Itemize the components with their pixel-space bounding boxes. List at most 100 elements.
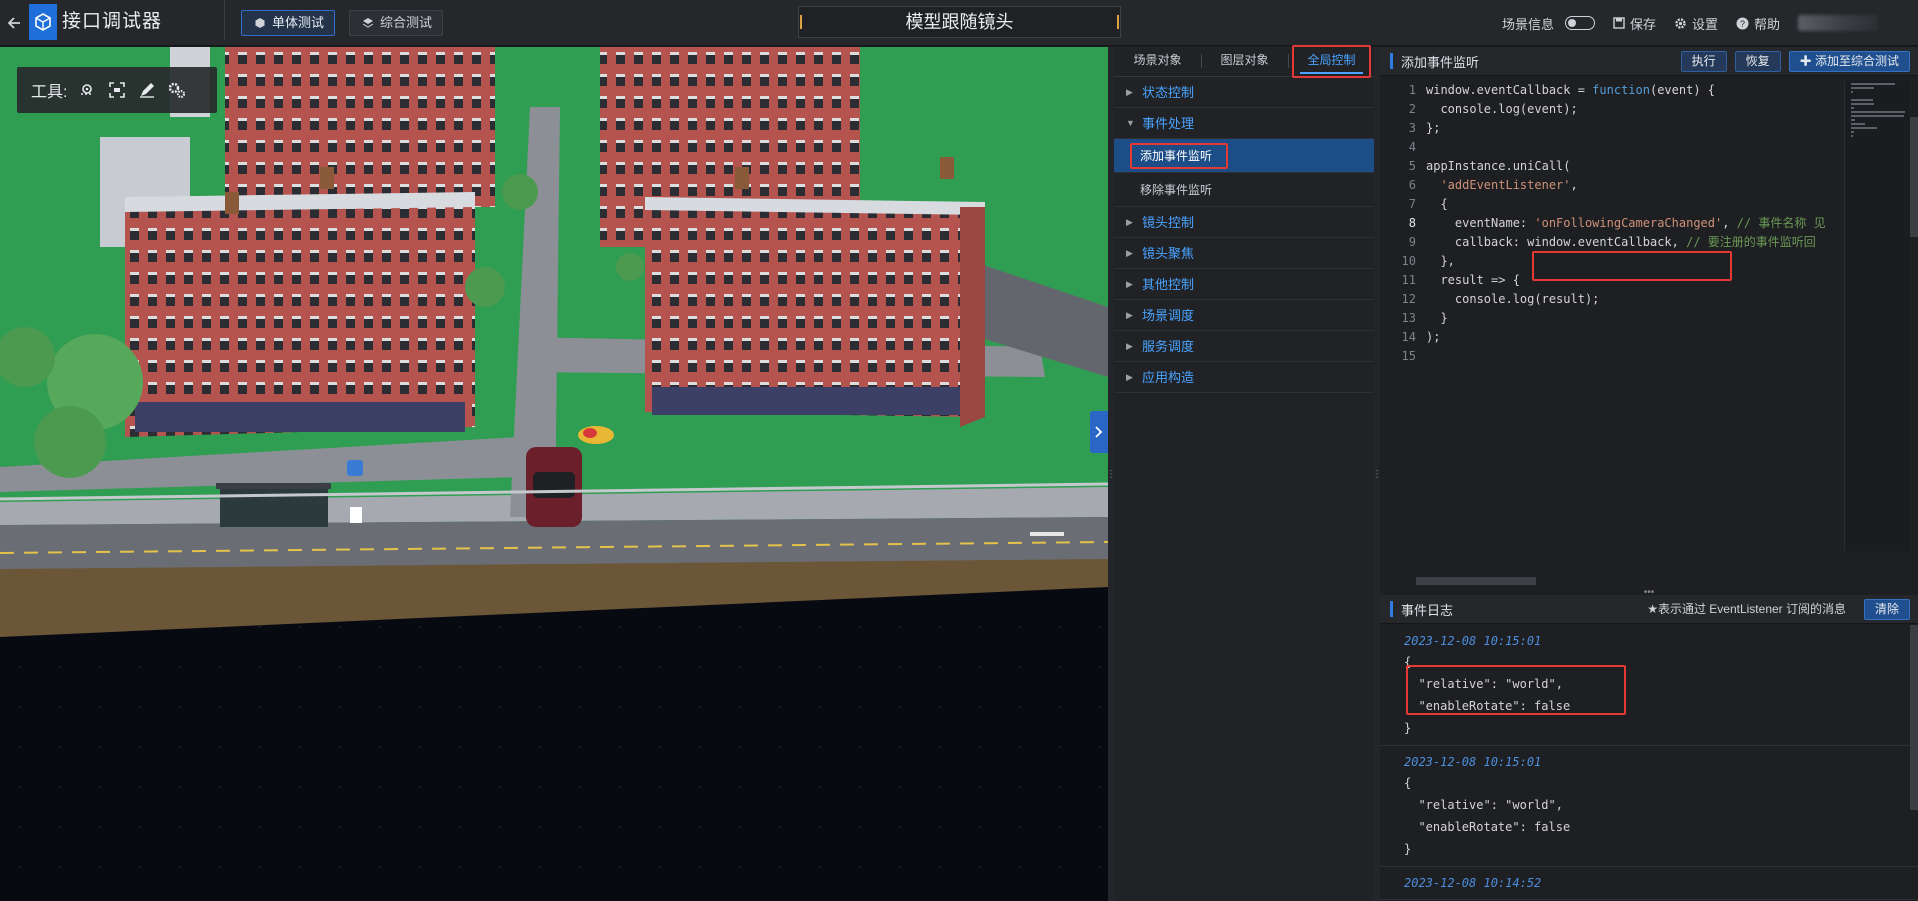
scene-info-toggle[interactable]: 场景信息	[1502, 14, 1595, 33]
highlight-box	[1292, 45, 1371, 78]
highlight-box	[1130, 143, 1228, 169]
caret-right-icon: ▶	[1126, 340, 1133, 351]
tab-scene-objects[interactable]: 场景对象	[1114, 46, 1201, 76]
log-line: "relative": "world",	[1404, 798, 1563, 812]
tab-label: 单体测试	[272, 15, 325, 30]
log-scrollbar[interactable]	[1910, 625, 1918, 810]
app-title: 接口调试器	[62, 11, 163, 32]
pen-icon[interactable]	[137, 80, 157, 100]
tree-group-camera-control[interactable]: ▶ 镜头控制	[1114, 207, 1375, 238]
caret-right-icon: ▶	[1126, 216, 1133, 227]
code-editor[interactable]: 1 2 3 4 5 6 7 8 9 10 11 12 13 14 15 window.eventCallba…	[1380, 77, 1918, 589]
save-label: 保存	[1629, 16, 1656, 32]
tree-group-label: 状态控制	[1142, 84, 1195, 100]
clear-log-button[interactable]: 清除	[1863, 599, 1910, 620]
minimap-line	[1851, 103, 1874, 105]
line-number: 12	[1401, 292, 1416, 306]
collapse-panel-button[interactable]	[1090, 411, 1108, 453]
app-logo-icon	[29, 4, 57, 40]
editor-horizontal-scrollbar[interactable]	[1416, 577, 1846, 585]
back-button[interactable]	[0, 0, 28, 46]
line-numbers: 1 2 3 4 5 6 7 8 9 10 11 12 13 14 15	[1380, 81, 1416, 366]
settings-button[interactable]: 设置	[1674, 14, 1718, 33]
code-minimap[interactable]	[1844, 81, 1910, 551]
gears-icon[interactable]	[167, 80, 187, 100]
code-line[interactable]: };	[1426, 119, 1826, 138]
tree-group-service-scheduling[interactable]: ▶ 服务调度	[1114, 331, 1375, 362]
tab-global-control[interactable]: 全局控制	[1288, 45, 1375, 78]
line-number: 11	[1401, 273, 1416, 287]
tree-group-event-handling[interactable]: ▼ 事件处理	[1114, 108, 1375, 139]
tab-unit-test[interactable]: 单体测试	[241, 10, 336, 36]
log-entry: 2023-12-08 10:14:52	[1380, 867, 1918, 900]
tree-item-add-event-listener[interactable]: 添加事件监听	[1114, 139, 1375, 173]
line-number: 3	[1408, 121, 1416, 135]
help-button[interactable]: ? 帮助	[1736, 14, 1780, 33]
page-title: 模型跟随镜头	[798, 6, 1121, 38]
toggle-switch[interactable]	[1564, 16, 1595, 30]
tree-item-remove-event-listener[interactable]: 移除事件监听	[1114, 173, 1375, 207]
tree-group-other-control[interactable]: ▶ 其他控制	[1114, 269, 1375, 300]
log-title: 事件日志	[1401, 602, 1454, 618]
log-header: 事件日志 ★表示通过 EventListener 订阅的消息 清除	[1380, 595, 1918, 624]
tree-group-label: 场景调度	[1142, 307, 1195, 323]
code-line[interactable]	[1426, 138, 1826, 157]
minimap-line	[1851, 127, 1877, 129]
chevron-right-icon	[1095, 426, 1103, 438]
code-and-log-panel: 添加事件监听 执行 恢复 ✚ 添加至综合测试 1 2 3 4 5 6 7 8 9 10 11 12 13…	[1380, 47, 1918, 901]
minimap-line	[1851, 115, 1904, 117]
tab-label: 图层对象	[1220, 53, 1269, 67]
code-line[interactable]: );	[1426, 328, 1826, 347]
line-number: 4	[1408, 140, 1416, 154]
highlight-box	[1406, 665, 1626, 715]
code-content[interactable]: window.eventCallback = function(event) {…	[1416, 81, 1826, 366]
editor-vertical-scrollbar[interactable]	[1910, 117, 1918, 237]
code-line[interactable]	[1426, 347, 1826, 366]
code-line[interactable]: console.log(result);	[1426, 290, 1826, 309]
line-number: 9	[1408, 235, 1416, 249]
code-line[interactable]: }	[1426, 309, 1826, 328]
scene-viewport[interactable]: 工具:	[0, 47, 1108, 901]
tree-group-app-construction[interactable]: ▶ 应用构造	[1114, 362, 1375, 393]
scrollbar-thumb[interactable]	[1416, 577, 1536, 585]
help-icon: ?	[1736, 17, 1749, 29]
help-label: 帮助	[1753, 16, 1780, 32]
code-line[interactable]: window.eventCallback = function(event) {	[1426, 81, 1826, 100]
code-line[interactable]: eventName: 'onFollowingCameraChanged', /…	[1426, 214, 1826, 233]
add-to-integration-button[interactable]: ✚ 添加至综合测试	[1788, 51, 1910, 72]
event-log[interactable]: 2023-12-08 10:15:01 { "relative": "world"…	[1380, 625, 1918, 901]
caret-down-icon: ▼	[1126, 117, 1135, 128]
tree-group-camera-focus[interactable]: ▶ 镜头聚焦	[1114, 238, 1375, 269]
code-line[interactable]: {	[1426, 195, 1826, 214]
focus-frame-icon[interactable]	[107, 80, 127, 100]
tab-label: 综合测试	[380, 15, 433, 30]
minimap-line	[1851, 99, 1873, 101]
code-line[interactable]: console.log(event);	[1426, 100, 1826, 119]
line-number: 1	[1408, 83, 1416, 97]
line-number: 2	[1408, 102, 1416, 116]
tab-layer-objects[interactable]: 图层对象	[1201, 46, 1288, 76]
tree-group-label: 服务调度	[1142, 338, 1195, 354]
run-button[interactable]: 执行	[1680, 51, 1727, 72]
code-line[interactable]: callback: window.eventCallback, // 要注册的事…	[1426, 233, 1826, 252]
tree-group-scene-scheduling[interactable]: ▶ 场景调度	[1114, 300, 1375, 331]
tree-group-state-control[interactable]: ▶ 状态控制	[1114, 77, 1375, 108]
restore-button[interactable]: 恢复	[1734, 51, 1781, 72]
save-button[interactable]: 保存	[1613, 14, 1656, 33]
save-icon	[1613, 17, 1625, 29]
minimap-line	[1851, 119, 1855, 121]
log-line: }	[1404, 721, 1412, 735]
user-avatar[interactable]	[1798, 15, 1878, 31]
minimap-line	[1851, 91, 1853, 93]
location-pin-icon[interactable]	[77, 80, 97, 100]
caret-right-icon: ▶	[1126, 371, 1133, 382]
minimap-line	[1851, 111, 1905, 113]
tab-integration-test[interactable]: 综合测试	[349, 10, 444, 36]
log-line: }	[1404, 842, 1412, 856]
line-number: 14	[1401, 330, 1416, 344]
code-line[interactable]: appInstance.uniCall(	[1426, 157, 1826, 176]
line-number: 5	[1408, 159, 1416, 173]
tab-label: 场景对象	[1133, 53, 1182, 67]
minimap-line	[1851, 123, 1865, 125]
code-line[interactable]: 'addEventListener',	[1426, 176, 1826, 195]
